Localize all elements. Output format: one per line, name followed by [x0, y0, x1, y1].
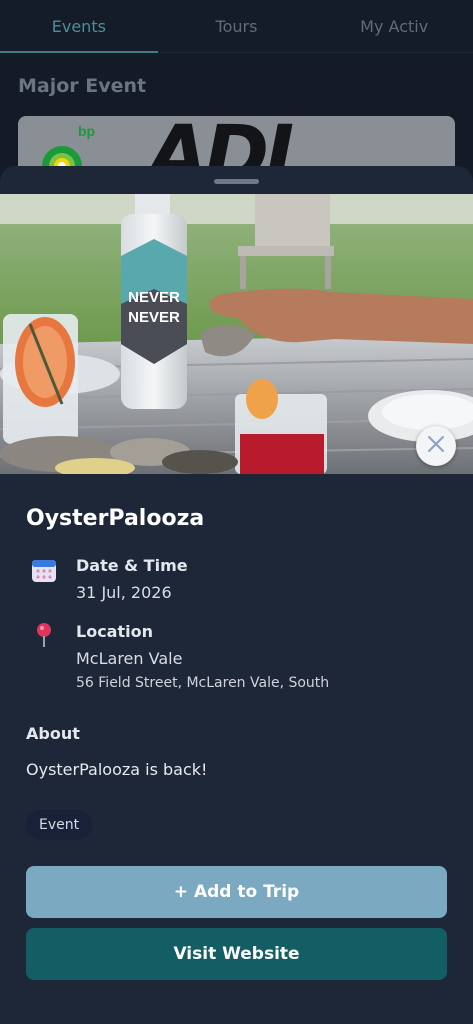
- visit-website-button[interactable]: Visit Website: [26, 928, 447, 980]
- tab-tours-label: Tours: [215, 16, 258, 36]
- calendar-icon: [31, 557, 57, 583]
- tab-events-label: Events: [51, 16, 106, 36]
- close-button[interactable]: [416, 426, 456, 466]
- event-title: OysterPalooza: [26, 506, 205, 531]
- location-address: 56 Field Street, McLaren Vale, South: [76, 675, 330, 691]
- about-heading: About: [26, 724, 80, 743]
- drag-handle[interactable]: [214, 179, 259, 184]
- close-icon: [427, 435, 445, 457]
- tab-my-activities-label: My Activ: [360, 16, 429, 36]
- bottle-label-bottom: NEVER: [128, 309, 180, 326]
- location-label: Location: [76, 622, 153, 641]
- top-tab-bar: Events Tours My Activ: [0, 0, 473, 53]
- location-name: McLaren Vale: [76, 649, 183, 668]
- category-badge: Event: [26, 810, 93, 840]
- date-time-value: 31 Jul, 2026: [76, 583, 172, 602]
- date-time-label: Date & Time: [76, 556, 188, 575]
- event-photo: NEVER NEVER: [0, 194, 473, 474]
- add-to-trip-button[interactable]: + Add to Trip: [26, 866, 447, 918]
- event-detail-sheet: NEVER NEVER OysterPalooza Date & Time 31…: [0, 166, 473, 1024]
- tab-my-activities[interactable]: My Activ: [315, 0, 473, 52]
- tab-events[interactable]: Events: [0, 0, 158, 53]
- location-pin-icon: [31, 622, 57, 648]
- major-event-heading: Major Event: [18, 75, 147, 97]
- about-text: OysterPalooza is back!: [26, 760, 208, 779]
- svg-text:bp: bp: [78, 126, 95, 139]
- bottle-label-top: NEVER: [128, 289, 180, 306]
- tab-tours[interactable]: Tours: [158, 0, 316, 52]
